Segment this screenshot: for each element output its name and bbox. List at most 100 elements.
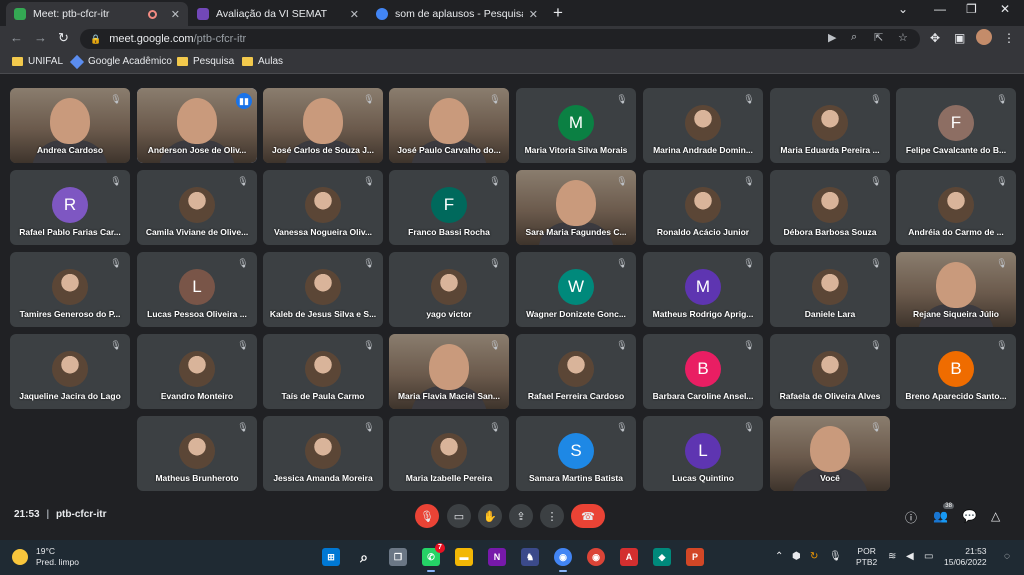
zoom-icon[interactable]: ⌕ bbox=[851, 31, 857, 44]
language-indicator[interactable]: POR PTB2 bbox=[856, 546, 877, 568]
profile-avatar[interactable] bbox=[976, 29, 992, 45]
maximize-button[interactable]: ❐ bbox=[966, 2, 977, 16]
weather-widget[interactable]: 19°C Pred. limpo bbox=[12, 546, 79, 568]
participant-tile[interactable]: 🎙 José Carlos de Souza J... bbox=[263, 88, 383, 163]
extensions-icon[interactable]: ✥ bbox=[930, 31, 940, 45]
participant-tile[interactable]: 🎙 Taís de Paula Carmo bbox=[263, 334, 383, 409]
forward-button[interactable]: → bbox=[34, 30, 47, 45]
participant-tile[interactable]: 🎙 yago victor bbox=[389, 252, 509, 327]
close-tab-icon[interactable]: ✕ bbox=[350, 8, 359, 21]
present-button[interactable]: ⇪ bbox=[509, 504, 533, 528]
whatsapp-icon[interactable]: ✆ 7 bbox=[422, 543, 445, 572]
participant-tile[interactable]: 🎙 Maria Flavia Maciel San... bbox=[389, 334, 509, 409]
participant-tile[interactable]: 🎙 Vanessa Nogueira Oliv... bbox=[263, 170, 383, 245]
participant-tile[interactable]: ▮▮ Anderson Jose de Oliv... bbox=[137, 88, 257, 163]
toggle-camera-button[interactable]: ▭ bbox=[447, 504, 471, 528]
participant-tile[interactable]: 🎙 Rafael Ferreira Cardoso bbox=[516, 334, 636, 409]
system-clock[interactable]: 21:53 15/06/2022 bbox=[944, 546, 987, 568]
participant-tile[interactable]: 🎙 Maria Eduarda Pereira ... bbox=[770, 88, 890, 163]
activities-icon[interactable]: △ bbox=[991, 509, 1000, 523]
participant-tile[interactable]: 🎙 Marina Andrade Domin... bbox=[643, 88, 763, 163]
participant-tile[interactable]: L 🎙 Lucas Pessoa Oliveira ... bbox=[137, 252, 257, 327]
participant-tile[interactable]: 🎙 Evandro Monteiro bbox=[137, 334, 257, 409]
end-call-button[interactable]: ☎ bbox=[571, 504, 605, 528]
participant-tile[interactable]: S 🎙 Samara Martins Batista bbox=[516, 416, 636, 491]
powerpoint-icon[interactable]: P bbox=[686, 548, 704, 566]
bookmark-star-icon[interactable]: ☆ bbox=[898, 31, 908, 44]
participant-tile[interactable]: 🎙 Ronaldo Acácio Junior bbox=[643, 170, 763, 245]
microphone-tray-icon[interactable]: 🎙 bbox=[829, 551, 842, 562]
close-tab-icon[interactable]: ✕ bbox=[529, 8, 538, 21]
muted-mic-icon: 🎙 bbox=[363, 258, 375, 268]
participant-tile[interactable]: 🎙 Rafaela de Oliveira Alves bbox=[770, 334, 890, 409]
tab-search-icon[interactable]: ⌄ bbox=[898, 2, 908, 16]
task-view-icon[interactable]: ❐ bbox=[389, 548, 407, 566]
meeting-details-icon[interactable]: ⓘ bbox=[905, 509, 917, 526]
participant-tile[interactable]: 🎙 José Paulo Carvalho do... bbox=[389, 88, 509, 163]
acrobat-icon[interactable]: A bbox=[620, 548, 638, 566]
onenote-icon[interactable]: N bbox=[488, 548, 506, 566]
chrome-profile-icon[interactable]: ◉ bbox=[554, 548, 572, 572]
bookmark-aulas[interactable]: Aulas bbox=[242, 56, 283, 67]
file-explorer-icon[interactable]: ▬ bbox=[455, 548, 473, 566]
participant-tile[interactable]: 🎙 Andréia do Carmo de ... bbox=[896, 170, 1016, 245]
participant-tile[interactable]: 🎙 Você bbox=[770, 416, 890, 491]
reload-button[interactable]: ↻ bbox=[58, 30, 69, 46]
participant-tile[interactable]: 🎙 Rejane Siqueira Júlio bbox=[896, 252, 1016, 327]
bookmark-google-academico[interactable]: Google Acadêmico bbox=[69, 54, 172, 69]
participant-tile[interactable]: F 🎙 Felipe Cavalcante do B... bbox=[896, 88, 1016, 163]
chat-icon[interactable]: 💬 bbox=[962, 509, 977, 523]
participant-tile[interactable]: L 🎙 Lucas Quintino bbox=[643, 416, 763, 491]
close-tab-icon[interactable]: ✕ bbox=[171, 8, 180, 21]
share-icon[interactable]: ⇱ bbox=[874, 31, 883, 44]
notifications-icon[interactable]: ◌ bbox=[1004, 551, 1010, 562]
new-tab-button[interactable]: + bbox=[553, 3, 563, 23]
participant-tile[interactable]: 🎙 Jessica Amanda Moreira bbox=[263, 416, 383, 491]
tab-avaliacao[interactable]: Avaliação da VI SEMAT ✕ bbox=[189, 2, 367, 26]
participant-tile[interactable]: B 🎙 Breno Aparecido Santo... bbox=[896, 334, 1016, 409]
participant-tile[interactable]: M 🎙 Maria Vitoria Silva Morais bbox=[516, 88, 636, 163]
people-icon[interactable]: 👥 38 bbox=[933, 503, 954, 523]
search-icon[interactable]: ⌕ bbox=[355, 548, 373, 566]
tray-app-icon[interactable]: ⬢ bbox=[792, 551, 801, 562]
participant-tile[interactable]: 🎙 Matheus Brunheroto bbox=[137, 416, 257, 491]
participant-tile[interactable]: M 🎙 Matheus Rodrigo Aprig... bbox=[643, 252, 763, 327]
tray-sync-icon[interactable]: ↻ bbox=[810, 551, 818, 562]
tab-meet[interactable]: Meet: ptb-cfcr-itr ✕ bbox=[6, 2, 188, 26]
participant-tile[interactable]: 🎙 Débora Barbosa Souza bbox=[770, 170, 890, 245]
minimize-button[interactable]: — bbox=[934, 2, 946, 16]
participant-tile[interactable]: W 🎙 Wagner Donizete Gonc... bbox=[516, 252, 636, 327]
participant-tile[interactable]: 🎙 Daniele Lara bbox=[770, 252, 890, 327]
start-icon[interactable]: ⊞ bbox=[322, 548, 340, 566]
participant-tile[interactable]: F 🎙 Franco Bassi Rocha bbox=[389, 170, 509, 245]
side-panel-icon[interactable]: ▣ bbox=[954, 31, 965, 45]
geogebra-icon[interactable]: ◆ bbox=[653, 548, 671, 566]
bookmark-pesquisa[interactable]: Pesquisa bbox=[177, 56, 234, 67]
menu-icon[interactable]: ⋮ bbox=[1003, 31, 1015, 45]
participant-tile[interactable]: B 🎙 Barbara Caroline Ansel... bbox=[643, 334, 763, 409]
game-app-icon[interactable]: ♞ bbox=[521, 548, 539, 566]
volume-icon[interactable]: ◀ bbox=[906, 551, 914, 562]
participant-tile[interactable]: 🎙 Camila Viviane de Olive... bbox=[137, 170, 257, 245]
show-hidden-icons[interactable]: ⌃ bbox=[775, 551, 783, 562]
participant-tile[interactable]: 🎙 Tamires Generoso do P... bbox=[10, 252, 130, 327]
participant-tile[interactable]: 🎙 Jaqueline Jacira do Lago bbox=[10, 334, 130, 409]
participant-tile[interactable]: 🎙 Andrea Cardoso bbox=[10, 88, 130, 163]
wifi-icon[interactable]: ≋ bbox=[888, 551, 896, 562]
bookmark-unifal[interactable]: UNIFAL bbox=[12, 56, 63, 67]
tab-pesquisa[interactable]: som de aplausos - Pesquisa Goo ✕ bbox=[368, 2, 546, 26]
camera-permission-icon[interactable]: ▶ bbox=[828, 31, 836, 44]
address-bar[interactable]: 🔒 meet.google.com /ptb-cfcr-itr bbox=[80, 29, 920, 49]
toggle-mic-button[interactable]: 🎙 bbox=[415, 504, 439, 528]
participant-tile[interactable]: 🎙 Maria Izabelle Pereira bbox=[389, 416, 509, 491]
participant-tile[interactable]: 🎙 Kaleb de Jesus Silva e S... bbox=[263, 252, 383, 327]
battery-icon[interactable]: ▭ bbox=[924, 551, 933, 562]
close-window-button[interactable]: ✕ bbox=[1000, 2, 1010, 16]
raise-hand-button[interactable]: ✋ bbox=[478, 504, 502, 528]
participant-tile[interactable]: 🎙 Sara Maria Fagundes C... bbox=[516, 170, 636, 245]
back-button[interactable]: ← bbox=[10, 30, 23, 45]
participant-tile[interactable]: R 🎙 Rafael Pablo Farias Car... bbox=[10, 170, 130, 245]
chrome-icon[interactable]: ◉ bbox=[587, 548, 605, 566]
more-options-button[interactable]: ⋮ bbox=[540, 504, 564, 528]
avatar-photo bbox=[305, 433, 341, 469]
